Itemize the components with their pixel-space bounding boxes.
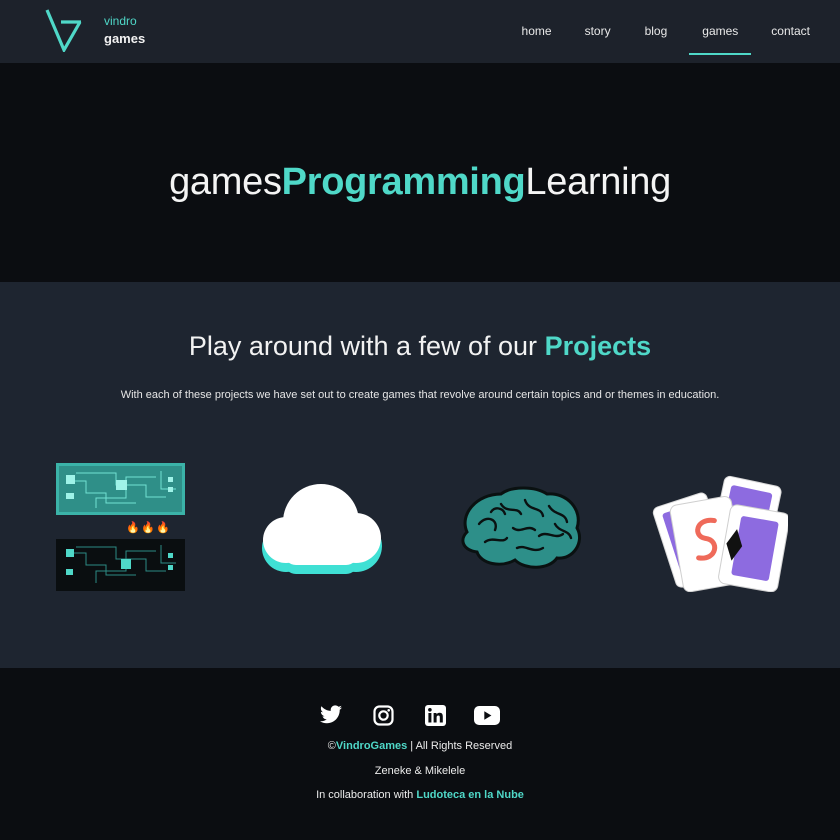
projects-heading: Play around with a few of our Projects xyxy=(188,331,652,361)
hero-title-learning: Learning xyxy=(525,161,671,203)
main-nav: home story blog games contact xyxy=(522,0,810,63)
projects-heading-accent: Projects xyxy=(544,331,652,361)
twitter-link[interactable] xyxy=(318,703,344,727)
footer: ©VindroGames | All Rights Reserved Zenek… xyxy=(0,668,840,840)
copyright: ©VindroGames | All Rights Reserved xyxy=(327,740,513,752)
collaboration: In collaboration with Ludoteca en la Nub… xyxy=(316,789,524,801)
hero-title-games: games xyxy=(169,161,282,203)
nav-home[interactable]: home xyxy=(522,0,552,63)
brain-icon[interactable] xyxy=(455,484,585,574)
nav-contact[interactable]: contact xyxy=(758,0,810,63)
ludoteca-link[interactable]: Ludoteca en la Nube xyxy=(416,789,524,801)
instagram-icon xyxy=(372,704,394,726)
instagram-link[interactable] xyxy=(370,703,396,727)
vindro-logo-icon xyxy=(45,9,82,52)
projects-description: With each of these projects we have set … xyxy=(120,389,720,401)
svg-text:🔥: 🔥 xyxy=(141,521,155,534)
linkedin-link[interactable] xyxy=(422,703,448,727)
hero-title-programming: Programming xyxy=(281,161,526,203)
svg-text:🔥: 🔥 xyxy=(156,521,170,534)
twitter-icon xyxy=(320,705,342,724)
nav-games[interactable]: games xyxy=(689,0,752,63)
brand-logo[interactable]: vindro games xyxy=(44,8,145,52)
vindrogames-link[interactable]: VindroGames xyxy=(336,740,407,752)
brand-name-line1: vindro xyxy=(104,14,137,28)
nav-blog[interactable]: blog xyxy=(645,0,668,63)
svg-text:🔥: 🔥 xyxy=(126,521,140,534)
brand-name-line2: games xyxy=(104,31,146,46)
social-links xyxy=(318,703,526,727)
playing-cards-icon[interactable] xyxy=(652,472,788,592)
hero-section: gamesProgrammingLearning xyxy=(0,63,840,282)
circuit-board-icon[interactable]: 🔥 🔥 🔥 xyxy=(56,463,186,591)
top-navigation-bar: vindro games home story blog games conta… xyxy=(0,0,840,63)
linkedin-icon xyxy=(424,704,446,726)
cloud-icon[interactable] xyxy=(256,480,386,580)
nav-story[interactable]: story xyxy=(585,0,611,63)
projects-section: Play around with a few of our Projects W… xyxy=(0,282,840,668)
authors: Zeneke & Mikelele xyxy=(374,765,466,777)
youtube-icon xyxy=(474,705,500,725)
youtube-link[interactable] xyxy=(474,703,500,727)
hero-title: gamesProgrammingLearning xyxy=(0,161,840,204)
